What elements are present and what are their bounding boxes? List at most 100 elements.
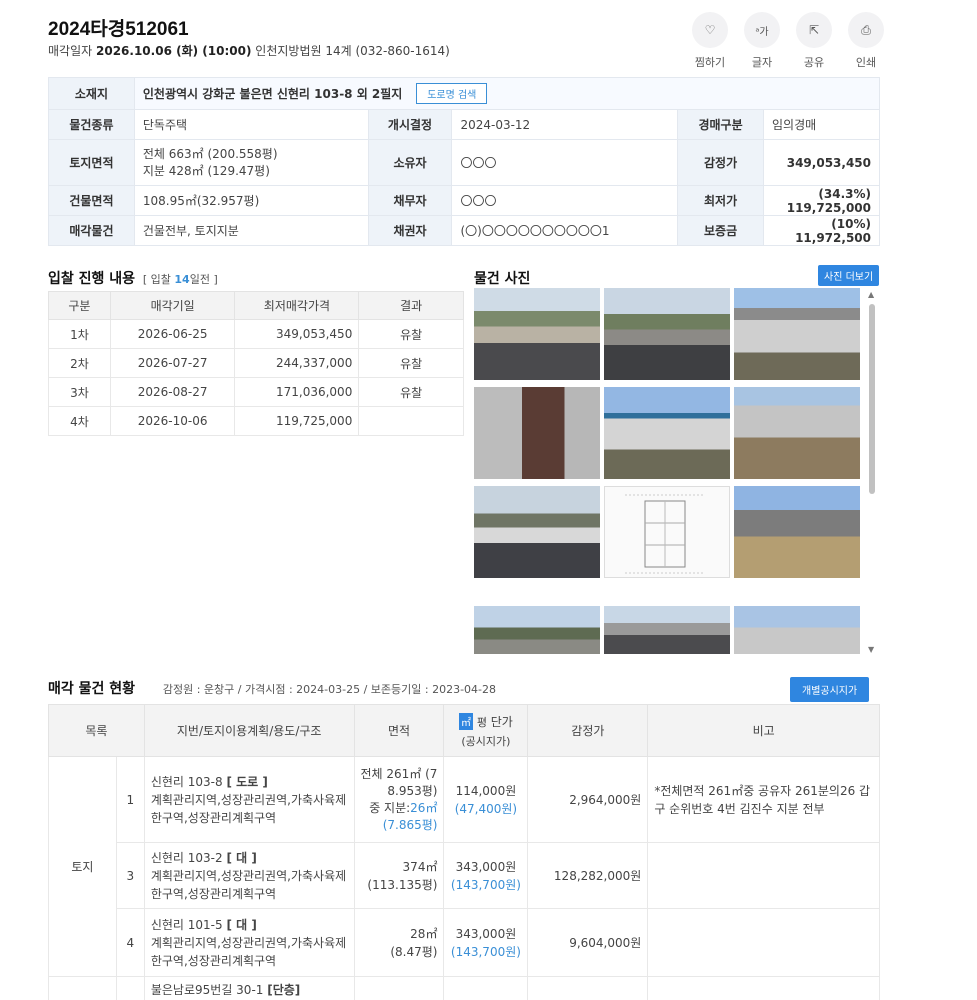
favorite-button[interactable]: ♡ 찜하기 [684, 12, 736, 70]
item-unit-price [443, 976, 529, 1000]
unit-price-sub: (공시지가) [461, 734, 511, 748]
item-area-share: 26㎡ [410, 800, 438, 815]
group-land-label: 토지 [48, 756, 117, 977]
location-cell: 인천광역시 강화군 불은면 신현리 103-8 외 2필지 도로명 검색 [133, 77, 881, 110]
scroll-down-icon[interactable]: ▼ [868, 645, 874, 654]
bid-price: 119,725,000 [234, 406, 360, 436]
appraisal-value: 349,053,450 [762, 139, 881, 186]
open-date-value: 2024-03-12 [451, 109, 679, 140]
bid-result: 유찰 [358, 319, 464, 349]
table-row: 불은남로95번길 30-1 [단층] [48, 976, 880, 1000]
item-area-l3: 중 지분:26㎡ [355, 800, 438, 817]
item-appraisal: 2,964,000원 [527, 756, 649, 843]
bid-days-left: [ 입찰 14일전 ] [143, 273, 218, 286]
item-appraisal: 128,282,000원 [527, 842, 649, 909]
property-photo[interactable] [604, 606, 730, 654]
bid-col-result: 결과 [358, 291, 464, 320]
owner-label: 소유자 [367, 139, 453, 186]
action-bar: ♡ 찜하기 ᵃ가 글자 ⇱ 공유 ⎙ 인쇄 [684, 12, 892, 70]
bid-date: 2026-06-25 [109, 319, 236, 349]
bid-col-date: 매각기일 [109, 291, 236, 320]
location-label: 소재지 [48, 77, 135, 110]
font-size-label: 글자 [751, 56, 773, 69]
deposit-value: (10%) 11,972,500 [762, 215, 881, 246]
bid-round: 4차 [48, 406, 111, 436]
debtor-label: 채무자 [367, 185, 453, 216]
floor-plan-drawing [625, 494, 705, 574]
min-price-value: (34.3%) 119,725,000 [762, 185, 881, 216]
scroll-thumb[interactable] [869, 304, 875, 494]
item-area-l1: 374㎡ [402, 859, 438, 874]
property-photo[interactable] [734, 486, 860, 578]
property-photo[interactable] [604, 288, 730, 380]
property-photo[interactable] [734, 606, 860, 654]
building-area-label: 건물면적 [48, 185, 135, 216]
property-photo[interactable] [474, 387, 600, 479]
land-area-value: 전체 663㎡ (200.558평) 지분 428㎡ (129.47평) [133, 139, 369, 186]
property-photo[interactable] [474, 606, 600, 654]
item-no: 1 [115, 756, 145, 843]
favorite-label: 찜하기 [694, 56, 726, 69]
font-size-button[interactable]: ᵃ가 글자 [736, 12, 788, 70]
print-icon: ⎙ [848, 12, 884, 48]
item-addr: 신현리 101-5 [150, 917, 223, 932]
appraisal-label: 감정가 [677, 139, 764, 186]
sale-date-line: 매각일자 2026.10.06 (화) (10:00) 인천지방법원 14계 (… [48, 42, 450, 59]
item-price: 114,000원 [455, 783, 517, 798]
col-area: 면적 [353, 704, 445, 757]
item-area-l1: 28㎡ [410, 926, 438, 941]
land-area-total: 전체 663㎡ (200.558평) [142, 146, 278, 161]
col-unit-price: ㎡ 평 단가 (공시지가) [443, 704, 529, 757]
deposit-label: 보증금 [677, 215, 764, 246]
item-price: 343,000원 [455, 926, 517, 941]
scroll-up-icon[interactable]: ▲ [868, 290, 874, 299]
bid-result: 유찰 [358, 377, 464, 407]
unit-m2-toggle[interactable]: ㎡ [458, 712, 473, 730]
land-area-label: 토지면적 [48, 139, 135, 186]
item-unit-price: 114,000원 (47,400원) [443, 756, 529, 843]
official-land-price-button[interactable]: 개별공시지가 [790, 677, 870, 702]
share-button[interactable]: ⇱ 공유 [788, 12, 840, 70]
item-kind: [단층] [267, 983, 301, 997]
photo-more-button[interactable]: 사진 더보기 [818, 265, 880, 286]
bid-meta-suffix: 일전 ] [189, 273, 218, 286]
print-button[interactable]: ⎙ 인쇄 [840, 12, 892, 70]
property-photo[interactable] [474, 288, 600, 380]
item-area: 전체 261㎡ (7 8.953평) 중 지분:26㎡ (7.865평) [353, 756, 445, 843]
item-addr: 신현리 103-2 [150, 850, 223, 865]
creditor-value: (〇)〇〇〇〇〇〇〇〇〇〇1 [451, 215, 679, 246]
item-no: 4 [115, 908, 145, 977]
unit-py-toggle[interactable]: 평 [477, 716, 487, 729]
bid-price: 171,036,000 [234, 377, 360, 407]
photo-scrollbar[interactable]: ▲ ▼ [866, 290, 878, 654]
item-gov-price: (143,700원) [450, 944, 521, 959]
item-kind: [ 도로 ] [226, 774, 268, 789]
item-note: *전체면적 261㎡중 공유자 261분의26 갑구 순위번호 4번 김진수 지… [647, 756, 880, 843]
item-area-l2: 8.953평) [387, 783, 438, 798]
location-value: 인천광역시 강화군 불은면 신현리 103-8 외 2필지 [142, 87, 403, 101]
case-number-title: 2024타경512061 [48, 19, 189, 40]
item-area-l1: 전체 261㎡ (7 [360, 766, 438, 781]
item-area-l2: (113.135평) [367, 877, 438, 892]
bid-result [358, 406, 464, 436]
item-zoning: 계획관리지역,성장관리권역,가축사육제한구역,성장관리계획구역 [150, 792, 347, 825]
unit-price-label: 단가 [490, 714, 513, 729]
bid-section-header: 입찰 진행 내용 [ 입찰 14일전 ] [48, 268, 218, 288]
property-photo[interactable] [734, 288, 860, 380]
table-row: 4 신현리 101-5 [ 대 ] 계획관리지역,성장관리권역,가축사육제한구역… [49, 908, 880, 977]
court-info: 인천지방법원 14계 (032-860-1614) [255, 44, 450, 58]
item-no [115, 976, 145, 1000]
road-search-button[interactable]: 도로명 검색 [416, 83, 488, 104]
floor-plan-photo[interactable] [604, 486, 730, 578]
auction-kind-label: 경매구분 [677, 109, 764, 140]
col-list: 목록 [48, 704, 145, 757]
debtor-value: 〇〇〇 [451, 185, 679, 216]
item-unit-price: 343,000원 (143,700원) [443, 908, 529, 977]
property-photo[interactable] [604, 387, 730, 479]
bid-round: 1차 [48, 319, 111, 349]
property-photo[interactable] [474, 486, 600, 578]
owner-value: 〇〇〇 [451, 139, 679, 186]
bid-table: 구분 매각기일 최저매각가격 결과 1차 2026-06-25 349,053,… [48, 291, 464, 436]
bid-col-price: 최저매각가격 [234, 291, 360, 320]
property-photo[interactable] [734, 387, 860, 479]
